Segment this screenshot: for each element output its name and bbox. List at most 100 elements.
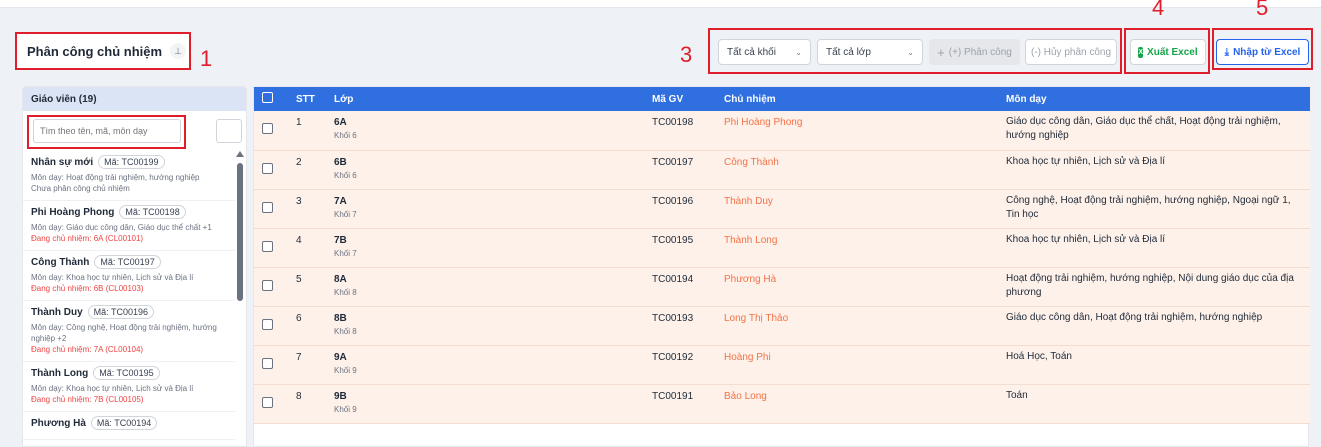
row-checkbox[interactable] (262, 123, 273, 134)
select-all-checkbox[interactable] (262, 92, 273, 103)
row-subjects: Toán (1006, 389, 1028, 401)
teacher-panel: Giáo viên (19) Nhân sự mới Mã: TC00199 Mô… (22, 86, 247, 447)
teacher-list-scrollbar[interactable] (236, 151, 244, 441)
row-grade: Khối 7 (334, 248, 357, 258)
top-bar (0, 0, 1321, 8)
table-row[interactable]: 8 9B Khối 9 TC00191 Bảo Long Toán (254, 384, 1310, 423)
row-homeroom-teacher[interactable]: Công Thành (716, 150, 998, 189)
table-row[interactable]: 4 7B Khối 7 TC00195 Thành Long Khoa học t… (254, 228, 1310, 267)
row-subjects: Giáo dục công dân, Hoạt động trải nghiệm… (1006, 311, 1263, 323)
table-row[interactable]: 5 8A Khối 8 TC00194 Phương Hà Hoạt động t… (254, 267, 1310, 306)
table-row[interactable]: 2 6B Khối 6 TC00197 Công Thành Khoa học t… (254, 150, 1310, 189)
row-class: 8B (334, 312, 347, 324)
row-checkbox[interactable] (262, 162, 273, 174)
annotation-label-3: 3 (680, 42, 693, 67)
row-subjects: Hoá Học, Toán (1006, 350, 1072, 362)
row-stt: 7 (296, 351, 302, 363)
row-subjects: Giáo dục công dân, Giáo dục thể chất, Ho… (1006, 116, 1281, 141)
row-homeroom-teacher[interactable]: Bảo Long (716, 384, 998, 423)
row-teacher-code: TC00196 (652, 195, 694, 207)
column-header-homeroom: Chủ nhiệm (724, 93, 776, 105)
class-select[interactable]: Tất cả lớp ⌄ (817, 39, 923, 65)
teacher-status: Đang chủ nhiệm: 7A (CL00104) (31, 345, 144, 354)
row-subjects: Khoa học tự nhiên, Lịch sử và Địa lí (1006, 155, 1166, 167)
row-grade: Khối 9 (334, 404, 357, 414)
row-teacher-code: TC00194 (652, 273, 694, 285)
teacher-code-badge: Mã: TC00196 (87, 305, 155, 319)
download-icon: ⤓ (1224, 46, 1230, 58)
teacher-item[interactable]: Thành Duy Mã: TC00196 Môn dạy: Công nghệ,… (23, 301, 235, 362)
column-header-subjects: Môn dạy (1006, 93, 1047, 105)
teacher-subjects: Môn dạy: Khoa học tự nhiên, Lịch sử và Đ… (31, 384, 194, 393)
table-row[interactable]: 3 7A Khối 7 TC00196 Thành Duy Công nghệ, … (254, 189, 1310, 228)
row-class: 7A (334, 195, 347, 207)
teacher-name: Thành Long (31, 367, 89, 379)
row-checkbox[interactable] (262, 201, 273, 213)
chevron-down-icon: ⌄ (795, 47, 802, 57)
teacher-search-input[interactable] (33, 119, 181, 143)
import-excel-label: Nhập từ Excel (1233, 46, 1301, 58)
row-stt: 8 (296, 390, 302, 402)
row-homeroom-teacher[interactable]: Thành Duy (716, 189, 998, 228)
row-stt: 4 (296, 234, 302, 246)
row-homeroom-teacher[interactable]: Phương Hà (716, 267, 998, 306)
teacher-status: Chưa phân công chủ nhiệm (31, 184, 130, 193)
cancel-assign-button[interactable]: (-) Hủy phân công (1025, 39, 1117, 65)
row-teacher-code: TC00195 (652, 234, 694, 246)
export-excel-button[interactable]: X Xuất Excel (1130, 39, 1206, 65)
row-checkbox[interactable] (262, 357, 273, 369)
grade-select[interactable]: Tất cả khối ⌄ (718, 39, 811, 65)
row-teacher-code: TC00192 (652, 351, 694, 363)
class-select-value: Tất cả lớp (826, 46, 871, 58)
teacher-name: Thành Duy (31, 306, 83, 318)
pin-icon[interactable]: ⊥ (170, 43, 187, 59)
table-row[interactable]: 7 9A Khối 9 TC00192 Hoàng Phi Hoá Học, To… (254, 345, 1310, 384)
teacher-item[interactable]: Phương Hà Mã: TC00194 (23, 412, 235, 440)
teacher-item[interactable]: Phi Hoàng Phong Mã: TC00198 Môn dạy: Giáo… (23, 201, 235, 251)
row-grade: Khối 6 (334, 131, 357, 140)
annotation-label-1: 1 (200, 46, 213, 71)
page-title-box: Phân công chủ nhiệm ⊥ (15, 32, 191, 70)
row-homeroom-teacher[interactable]: Thành Long (716, 228, 998, 267)
teacher-item[interactable]: Nhân sự mới Mã: TC00199 Môn dạy: Hoạt độn… (23, 151, 235, 201)
row-homeroom-teacher[interactable]: Hoàng Phi (716, 345, 998, 384)
teacher-status: Đang chủ nhiệm: 6B (CL00103) (31, 284, 144, 293)
scrollbar-thumb[interactable] (237, 163, 243, 301)
row-class: 9A (334, 351, 347, 363)
row-homeroom-teacher[interactable]: Phi Hoàng Phong (716, 111, 998, 150)
row-homeroom-teacher[interactable]: Long Thị Thảo (716, 306, 998, 345)
assign-button-label: (+) Phân công (948, 46, 1012, 58)
row-grade: Khối 8 (334, 326, 357, 336)
row-grade: Khối 8 (334, 287, 357, 297)
teacher-name: Phương Hà (31, 417, 86, 429)
teacher-code-badge: Mã: TC00199 (98, 155, 165, 169)
table-row[interactable]: 6 8B Khối 8 TC00193 Long Thị Thảo Giáo dụ… (254, 306, 1310, 345)
scroll-up-arrow-icon[interactable] (236, 151, 244, 157)
row-class: 6A (334, 117, 347, 128)
row-teacher-code: TC00193 (652, 312, 694, 324)
row-teacher-code: TC00191 (652, 390, 694, 402)
teacher-code-badge: Mã: TC00194 (90, 416, 158, 430)
table-header-row: STT Lớp Mã GV Chủ nhiệm Môn dạy (254, 87, 1310, 111)
row-checkbox[interactable] (262, 240, 273, 252)
row-class: 8A (334, 273, 347, 285)
export-excel-label: Xuất Excel (1147, 46, 1198, 58)
teacher-subjects: Môn dạy: Giáo dục công dân, Giáo dục thể… (31, 223, 212, 232)
row-checkbox[interactable] (262, 396, 273, 408)
row-checkbox[interactable] (262, 279, 273, 291)
import-excel-button[interactable]: ⤓ Nhập từ Excel (1216, 39, 1309, 65)
cancel-assign-label: (-) Hủy phân công (1030, 46, 1112, 58)
teacher-name: Nhân sự mới (31, 156, 94, 168)
row-checkbox[interactable] (262, 318, 273, 330)
teacher-code-badge: Mã: TC00198 (119, 205, 186, 219)
teacher-item[interactable]: Thành Long Mã: TC00195 Môn dạy: Khoa học … (23, 362, 235, 412)
column-header-teacher-code: Mã GV (652, 93, 684, 105)
row-class: 6B (334, 156, 347, 168)
teacher-subjects: Môn dạy: Khoa học tự nhiên, Lịch sử và Đ… (31, 273, 194, 282)
assign-button[interactable]: + (+) Phân công (929, 39, 1020, 65)
row-stt: 3 (296, 195, 302, 207)
table-row[interactable]: 1 6A Khối 6 TC00198 Phi Hoàng Phong Giáo … (254, 111, 1310, 150)
teacher-item[interactable]: Công Thành Mã: TC00197 Môn dạy: Khoa học … (23, 251, 235, 301)
search-extra-field[interactable] (216, 119, 242, 143)
row-teacher-code: TC00198 (652, 117, 694, 128)
